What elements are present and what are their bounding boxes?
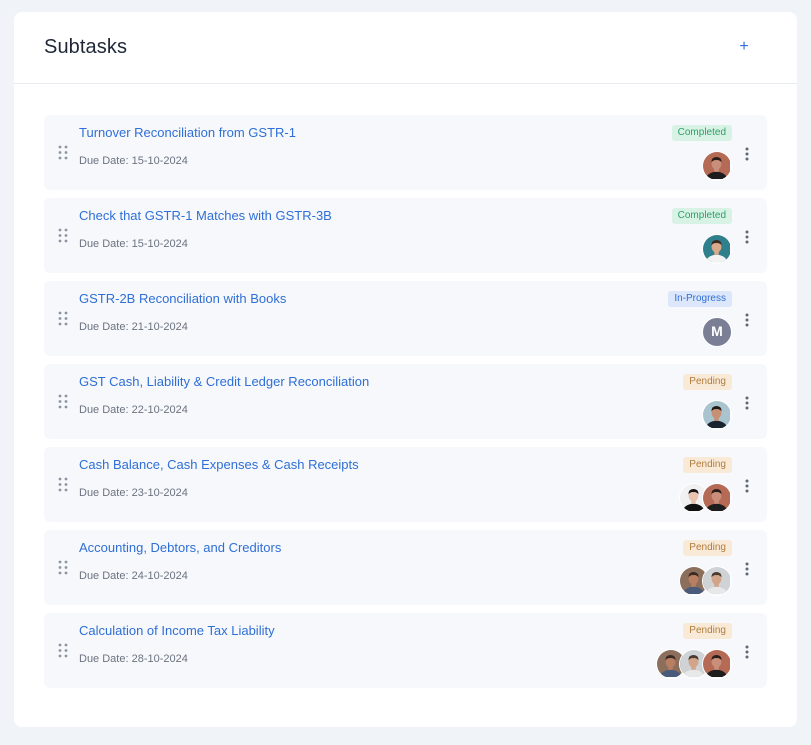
avatar[interactable] xyxy=(702,483,732,513)
assignee-avatars xyxy=(656,649,732,679)
subtask-title-link[interactable]: GSTR-2B Reconciliation with Books xyxy=(79,291,286,306)
subtask-row[interactable]: Cash Balance, Cash Expenses & Cash Recei… xyxy=(44,447,767,522)
drag-handle-icon[interactable] xyxy=(58,311,68,326)
page-title: Subtasks xyxy=(44,36,128,58)
assignee-avatars xyxy=(702,234,732,264)
avatar[interactable] xyxy=(702,566,732,596)
due-date: Due Date: 22-10-2024 xyxy=(79,404,188,416)
assignee-avatars xyxy=(679,566,732,596)
assignee-avatars: M xyxy=(702,317,732,347)
more-vertical-icon[interactable] xyxy=(744,147,750,161)
due-date: Due Date: 15-10-2024 xyxy=(79,238,188,250)
avatar[interactable] xyxy=(702,234,732,264)
drag-handle-icon[interactable] xyxy=(58,145,68,160)
more-vertical-icon[interactable] xyxy=(744,230,750,244)
avatar[interactable] xyxy=(702,151,732,181)
subtasks-card: Subtasks + Turnover Reconciliation from … xyxy=(14,12,797,727)
status-badge: Pending xyxy=(683,457,732,473)
status-badge: Pending xyxy=(683,374,732,390)
subtask-title-link[interactable]: GST Cash, Liability & Credit Ledger Reco… xyxy=(79,374,369,389)
assignee-avatars xyxy=(702,151,732,181)
subtask-row[interactable]: GST Cash, Liability & Credit Ledger Reco… xyxy=(44,364,767,439)
avatar[interactable]: M xyxy=(702,317,732,347)
subtask-row[interactable]: Turnover Reconciliation from GSTR-1 Due D… xyxy=(44,115,767,190)
subtask-title-link[interactable]: Cash Balance, Cash Expenses & Cash Recei… xyxy=(79,457,359,472)
subtask-title-link[interactable]: Check that GSTR-1 Matches with GSTR-3B xyxy=(79,208,332,223)
more-vertical-icon[interactable] xyxy=(744,313,750,327)
subtask-title-link[interactable]: Turnover Reconciliation from GSTR-1 xyxy=(79,125,296,140)
avatar[interactable] xyxy=(702,400,732,430)
more-vertical-icon[interactable] xyxy=(744,479,750,493)
subtask-row[interactable]: GSTR-2B Reconciliation with Books Due Dat… xyxy=(44,281,767,356)
drag-handle-icon[interactable] xyxy=(58,228,68,243)
more-vertical-icon[interactable] xyxy=(744,562,750,576)
add-subtask-button[interactable]: + xyxy=(736,38,752,56)
more-vertical-icon[interactable] xyxy=(744,645,750,659)
subtask-row[interactable]: Accounting, Debtors, and Creditors Due Da… xyxy=(44,530,767,605)
drag-handle-icon[interactable] xyxy=(58,560,68,575)
assignee-avatars xyxy=(679,483,732,513)
subtask-row[interactable]: Calculation of Income Tax Liability Due D… xyxy=(44,613,767,688)
avatar[interactable] xyxy=(702,649,732,679)
drag-handle-icon[interactable] xyxy=(58,643,68,658)
subtask-title-link[interactable]: Accounting, Debtors, and Creditors xyxy=(79,540,281,555)
assignee-avatars xyxy=(702,400,732,430)
status-badge: Pending xyxy=(683,623,732,639)
due-date: Due Date: 15-10-2024 xyxy=(79,155,188,167)
status-badge: Completed xyxy=(671,125,732,141)
due-date: Due Date: 21-10-2024 xyxy=(79,321,188,333)
more-vertical-icon[interactable] xyxy=(744,396,750,410)
subtask-list: Turnover Reconciliation from GSTR-1 Due D… xyxy=(44,115,767,696)
due-date: Due Date: 28-10-2024 xyxy=(79,653,188,665)
due-date: Due Date: 23-10-2024 xyxy=(79,487,188,499)
due-date: Due Date: 24-10-2024 xyxy=(79,570,188,582)
drag-handle-icon[interactable] xyxy=(58,477,68,492)
status-badge: Pending xyxy=(683,540,732,556)
status-badge: In-Progress xyxy=(668,291,732,307)
card-header: Subtasks + xyxy=(14,12,797,84)
subtask-row[interactable]: Check that GSTR-1 Matches with GSTR-3B Du… xyxy=(44,198,767,273)
subtask-title-link[interactable]: Calculation of Income Tax Liability xyxy=(79,623,275,638)
status-badge: Completed xyxy=(671,208,732,224)
drag-handle-icon[interactable] xyxy=(58,394,68,409)
